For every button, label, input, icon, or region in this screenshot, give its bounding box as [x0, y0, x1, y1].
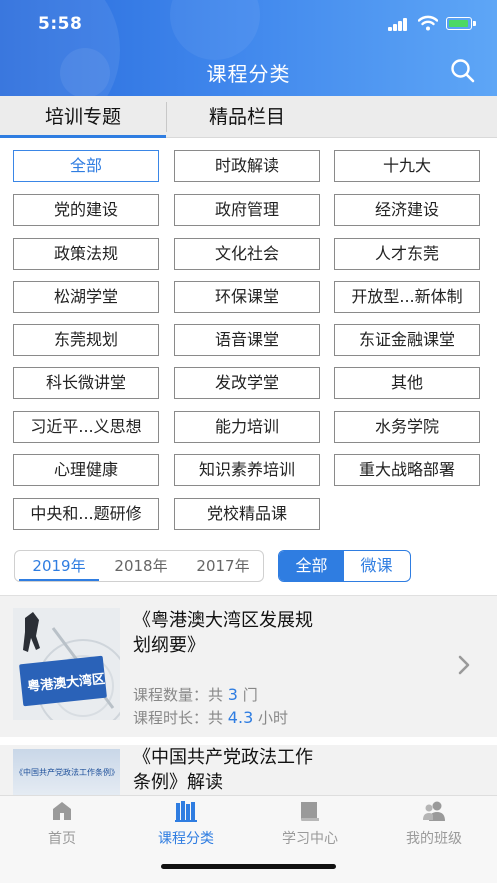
- category-chip[interactable]: 文化社会: [174, 238, 320, 270]
- category-chip[interactable]: 政府管理: [174, 194, 320, 226]
- category-chip[interactable]: 重大战略部署: [334, 454, 480, 486]
- nav-learning-center[interactable]: 学习中心: [248, 796, 372, 856]
- type-option-all[interactable]: 全部: [279, 551, 344, 581]
- category-chip[interactable]: 知识素养培训: [174, 454, 320, 486]
- category-chip[interactable]: 水务学院: [334, 411, 480, 443]
- course-count: 课程数量：共 3 门: [133, 684, 258, 705]
- nav-course-categories[interactable]: 课程分类: [124, 796, 248, 856]
- book-icon: [301, 802, 319, 821]
- search-icon[interactable]: [448, 56, 478, 86]
- course-thumbnail: 粤港澳大湾区: [13, 608, 120, 720]
- course-duration-value: 4.3: [227, 708, 254, 727]
- course-count-value: 3: [227, 685, 238, 704]
- category-chip[interactable]: 十九大: [334, 150, 480, 182]
- category-chip[interactable]: 其他: [334, 367, 480, 399]
- category-chip[interactable]: 经济建设: [334, 194, 480, 226]
- home-indicator: [161, 864, 336, 869]
- nav-home[interactable]: 首页: [0, 796, 124, 856]
- status-bar: 5:58: [0, 0, 497, 46]
- home-icon: [53, 802, 71, 820]
- course-duration-unit: 小时: [258, 709, 289, 727]
- page-title: 课程分类: [206, 62, 291, 86]
- category-chip[interactable]: 习近平...义思想: [13, 411, 159, 443]
- chevron-right-icon: [458, 655, 470, 675]
- course-title: 《粤港澳大湾区发展规 划纲要》: [133, 608, 453, 658]
- course-thumbnail-label: 《中国共产党政法工作条例》解读: [15, 768, 119, 777]
- category-chip[interactable]: 党的建设: [13, 194, 159, 226]
- books-icon: [175, 801, 197, 822]
- category-chip[interactable]: 发改学堂: [174, 367, 320, 399]
- category-chip[interactable]: 中央和...题研修: [13, 498, 159, 530]
- course-title-line: 《中国共产党政法工作: [133, 747, 313, 768]
- nav-label: 我的班级: [406, 831, 462, 847]
- category-chip[interactable]: 全部: [13, 150, 159, 182]
- list-separator: [0, 737, 497, 745]
- course-title: 《中国共产党政法工作 条例》解读: [133, 745, 453, 795]
- tab-training-topics[interactable]: 培训专题: [0, 96, 166, 138]
- category-chip[interactable]: 时政解读: [174, 150, 320, 182]
- year-option-2017[interactable]: 2017年: [183, 551, 263, 581]
- category-chip[interactable]: 开放型...新体制: [334, 281, 480, 313]
- nav-label: 首页: [48, 831, 76, 847]
- category-chip[interactable]: 东证金融课堂: [334, 324, 480, 356]
- course-title-line: 《粤港澳大湾区发展规: [133, 610, 313, 631]
- category-chip[interactable]: 党校精品课: [174, 498, 320, 530]
- category-chip[interactable]: 松湖学堂: [13, 281, 159, 313]
- nav-my-class[interactable]: 我的班级: [372, 796, 496, 856]
- course-duration-label: 课程时长：共: [133, 709, 224, 727]
- bottom-nav: 首页 课程分类 学习中心 我的班级: [0, 795, 497, 883]
- category-chip[interactable]: 语音课堂: [174, 324, 320, 356]
- course-type-toggle: 全部 微课: [278, 550, 411, 582]
- app-header: 5:58 课程分类: [0, 0, 497, 96]
- status-time: 5:58: [38, 14, 83, 34]
- category-chip[interactable]: 科长微讲堂: [13, 367, 159, 399]
- type-option-micro[interactable]: 微课: [344, 551, 409, 581]
- nav-label: 学习中心: [282, 831, 338, 847]
- course-count-unit: 门: [242, 686, 258, 704]
- course-duration: 课程时长：共 4.3 小时: [133, 707, 288, 728]
- course-thumbnail-image: [13, 608, 120, 720]
- category-chip[interactable]: 人才东莞: [334, 238, 480, 270]
- category-chip[interactable]: 心理健康: [13, 454, 159, 486]
- course-count-label: 课程数量：共: [133, 686, 224, 704]
- category-chip[interactable]: 政策法规: [13, 238, 159, 270]
- course-title-line: 划纲要》: [133, 635, 205, 656]
- course-item[interactable]: 《中国共产党政法工作条例》解读 《中国共产党政法工作 条例》解读: [0, 745, 497, 795]
- year-option-2018[interactable]: 2018年: [101, 551, 181, 581]
- signal-icon: [388, 18, 410, 31]
- category-chip[interactable]: 环保课堂: [174, 281, 320, 313]
- course-thumbnail: 《中国共产党政法工作条例》解读: [13, 749, 120, 795]
- wifi-icon: [418, 15, 438, 31]
- year-option-2019[interactable]: 2019年: [19, 551, 99, 581]
- course-title-line: 条例》解读: [133, 772, 223, 793]
- category-chip[interactable]: 能力培训: [174, 411, 320, 443]
- battery-icon: [446, 17, 476, 30]
- tab-bar: 培训专题 精品栏目: [0, 96, 497, 138]
- nav-label: 课程分类: [158, 831, 214, 847]
- year-filter: 2019年 2018年 2017年: [14, 550, 264, 582]
- tab-featured-columns[interactable]: 精品栏目: [167, 96, 327, 138]
- course-item[interactable]: 粤港澳大湾区 《粤港澳大湾区发展规 划纲要》 课程数量：共 3 门 课程时长：共…: [0, 596, 497, 736]
- category-chip[interactable]: 东莞规划: [13, 324, 159, 356]
- people-icon: [423, 801, 445, 821]
